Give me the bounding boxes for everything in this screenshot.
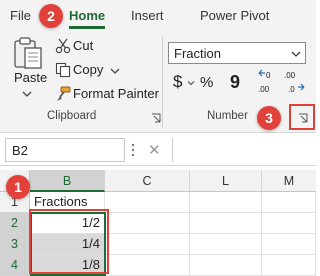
tab-power-pivot[interactable]: Power Pivot bbox=[200, 8, 269, 23]
active-tab-indicator bbox=[69, 26, 105, 29]
format-painter-label: Format Painter bbox=[73, 86, 159, 101]
cancel-icon[interactable]: ✕ bbox=[148, 141, 161, 159]
svg-text:.0: .0 bbox=[288, 85, 295, 94]
callout-badge-1: 1 bbox=[6, 175, 30, 199]
tab-home[interactable]: Home bbox=[69, 8, 105, 23]
copy-label: Copy bbox=[73, 62, 104, 77]
cut-button[interactable]: Cut bbox=[52, 36, 112, 56]
chevron-down-icon bbox=[22, 91, 32, 97]
name-box-value: B2 bbox=[12, 143, 28, 158]
currency-format-button[interactable]: $ bbox=[173, 72, 182, 92]
cut-label: Cut bbox=[73, 38, 94, 53]
comma-style-button[interactable]: 9 bbox=[230, 72, 240, 93]
formula-input[interactable] bbox=[172, 138, 316, 162]
clipboard-group-label: Clipboard bbox=[47, 110, 97, 122]
more-options-icon[interactable] bbox=[131, 143, 135, 157]
cell-c2[interactable] bbox=[105, 213, 190, 234]
chevron-down-icon bbox=[291, 51, 301, 57]
row-header-3[interactable]: 3 bbox=[0, 234, 30, 255]
svg-text:.00: .00 bbox=[284, 71, 296, 80]
highlight-selected-range bbox=[29, 209, 109, 274]
scissors-icon bbox=[55, 38, 71, 54]
copy-icon bbox=[55, 62, 71, 78]
cell-c1[interactable] bbox=[105, 192, 190, 213]
cell-c4[interactable] bbox=[105, 255, 190, 276]
format-painter-button[interactable]: Format Painter bbox=[52, 84, 159, 104]
paste-label: Paste bbox=[14, 70, 48, 85]
cell-l1[interactable] bbox=[190, 192, 262, 213]
paste-button[interactable]: Paste bbox=[6, 36, 48, 102]
svg-text:.00: .00 bbox=[258, 85, 270, 94]
row-header-4[interactable]: 4 bbox=[0, 255, 30, 276]
tab-file[interactable]: File bbox=[10, 8, 31, 23]
chevron-down-icon bbox=[110, 68, 120, 74]
paste-icon bbox=[14, 37, 42, 69]
tab-insert[interactable]: Insert bbox=[131, 8, 164, 23]
number-format-dropdown[interactable]: Fraction bbox=[168, 42, 306, 64]
cell-c3[interactable] bbox=[105, 234, 190, 255]
number-group-label: Number bbox=[207, 110, 248, 122]
decrease-decimal-icon[interactable]: .00 .0 bbox=[283, 68, 307, 96]
copy-button[interactable]: Copy bbox=[52, 60, 122, 80]
cell-l3[interactable] bbox=[190, 234, 262, 255]
cell-m2[interactable] bbox=[262, 213, 316, 234]
cell-m1[interactable] bbox=[262, 192, 316, 213]
callout-badge-2: 2 bbox=[39, 4, 63, 28]
name-box[interactable]: B2 bbox=[5, 138, 125, 162]
clipboard-dialog-launcher-icon[interactable] bbox=[151, 113, 161, 123]
cell-m4[interactable] bbox=[262, 255, 316, 276]
cell-l4[interactable] bbox=[190, 255, 262, 276]
column-header-l[interactable]: L bbox=[190, 170, 262, 192]
column-header-c[interactable]: C bbox=[105, 170, 190, 192]
paintbrush-icon bbox=[57, 86, 71, 101]
column-header-b[interactable]: B bbox=[30, 170, 105, 192]
svg-text:0: 0 bbox=[266, 71, 271, 80]
increase-decimal-icon[interactable]: 0 .00 bbox=[257, 68, 281, 96]
number-format-value: Fraction bbox=[174, 46, 221, 61]
callout-badge-3: 3 bbox=[257, 106, 281, 130]
cell-m3[interactable] bbox=[262, 234, 316, 255]
chevron-down-icon bbox=[187, 81, 195, 86]
group-separator bbox=[162, 36, 163, 128]
row-header-2[interactable]: 2 bbox=[0, 213, 30, 234]
cell-l2[interactable] bbox=[190, 213, 262, 234]
highlight-number-launcher bbox=[289, 104, 315, 130]
percent-style-button[interactable]: % bbox=[200, 74, 213, 91]
column-header-m[interactable]: M bbox=[262, 170, 316, 192]
